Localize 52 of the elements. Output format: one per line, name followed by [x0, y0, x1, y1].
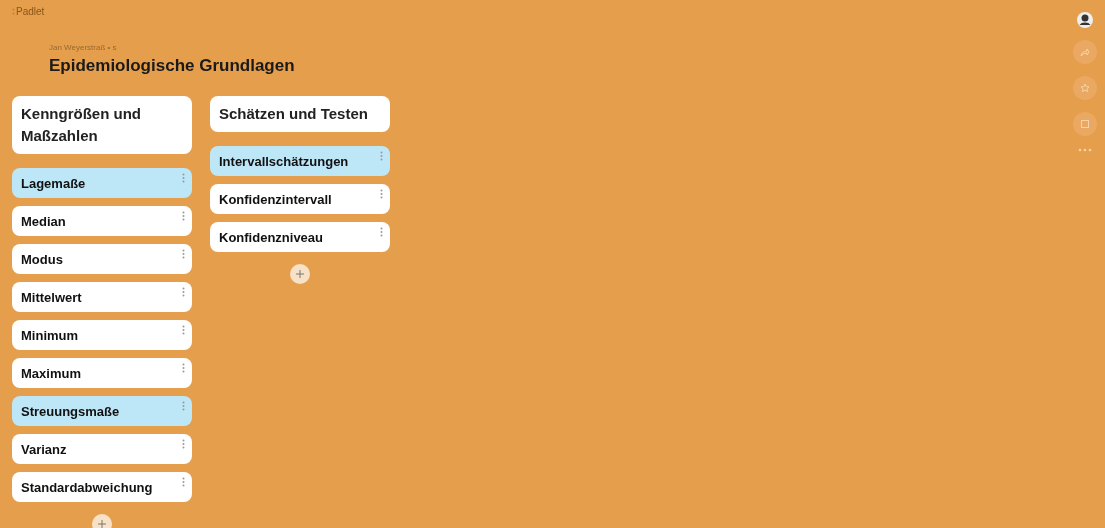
column-title: Kenngrößen und Maßzahlen: [12, 96, 192, 154]
post-title: Standardabweichung: [21, 479, 153, 495]
post-card[interactable]: Mittelwert: [12, 282, 192, 312]
remake-button[interactable]: [1073, 112, 1097, 136]
post-title: Konfidenzintervall: [219, 191, 332, 207]
post-title: Modus: [21, 251, 63, 267]
more-icon[interactable]: [380, 151, 383, 161]
more-icon[interactable]: [380, 189, 383, 199]
post-title: Streuungsmaße: [21, 403, 120, 419]
favorite-button[interactable]: [1073, 76, 1097, 100]
post-title: Minimum: [21, 327, 79, 343]
post-card[interactable]: Minimum: [12, 320, 192, 350]
more-icon[interactable]: [182, 249, 185, 259]
share-button[interactable]: [1073, 40, 1097, 64]
more-icon[interactable]: [182, 363, 185, 373]
post-title: Varianz: [21, 441, 67, 457]
column-title: Schätzen und Testen: [210, 96, 390, 132]
more-icon[interactable]: [380, 227, 383, 237]
board-title: Epidemiologische Grundlagen: [49, 56, 296, 76]
post-title: Median: [21, 213, 66, 229]
share-icon: [1080, 47, 1090, 57]
add-post-button[interactable]: [92, 514, 112, 528]
post-card[interactable]: Maximum: [12, 358, 192, 388]
post-card[interactable]: Standardabweichung: [12, 472, 192, 502]
more-icon[interactable]: [1078, 148, 1092, 152]
post-card[interactable]: Streuungsmaße: [12, 396, 192, 426]
breadcrumb: Jan Weyerstraß • s: [49, 43, 118, 52]
post-card[interactable]: Varianz: [12, 434, 192, 464]
post-title: Maximum: [21, 365, 81, 381]
post-card[interactable]: Modus: [12, 244, 192, 274]
post-title: Lagemaße: [21, 175, 86, 191]
more-icon[interactable]: [182, 439, 185, 449]
star-icon: [1080, 83, 1090, 93]
avatar-icon[interactable]: [1077, 12, 1093, 28]
post-title: Intervallschätzungen: [219, 153, 349, 169]
square-icon: [1080, 119, 1090, 129]
post-card[interactable]: Median: [12, 206, 192, 236]
plus-icon: [296, 270, 304, 278]
post-title: Mittelwert: [21, 289, 82, 305]
post-card[interactable]: Lagemaße: [12, 168, 192, 198]
more-icon[interactable]: [182, 325, 185, 335]
more-icon[interactable]: [182, 173, 185, 183]
post-title: Konfidenzniveau: [219, 229, 323, 245]
more-icon[interactable]: [182, 211, 185, 221]
more-icon[interactable]: [182, 401, 185, 411]
post-card[interactable]: Konfidenzintervall: [210, 184, 390, 214]
add-post-button[interactable]: [290, 264, 310, 284]
more-icon[interactable]: [182, 287, 185, 297]
plus-icon: [98, 520, 106, 528]
post-card[interactable]: Intervallschätzungen: [210, 146, 390, 176]
more-icon[interactable]: [182, 477, 185, 487]
post-card[interactable]: Konfidenzniveau: [210, 222, 390, 252]
